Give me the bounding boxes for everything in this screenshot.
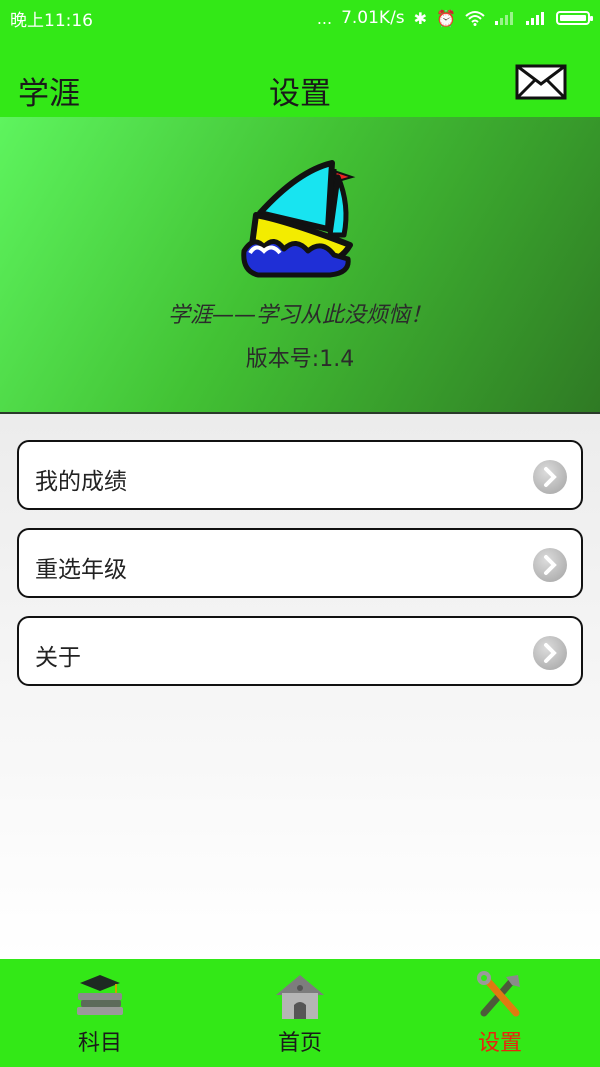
menu-item-label: 重选年级 <box>35 557 127 583</box>
signal-icon <box>526 12 544 25</box>
mail-icon[interactable] <box>515 64 567 100</box>
page-title: 设置 <box>269 76 331 112</box>
chevron-right-icon <box>533 548 567 582</box>
battery-icon <box>556 11 593 25</box>
app-banner: 学涯——学习从此没烦恼！ 版本号:1.4 <box>0 117 600 414</box>
tab-home[interactable]: 首页 <box>200 959 400 1067</box>
settings-menu: 我的成绩 重选年级 关于 <box>0 414 600 959</box>
menu-item-label: 我的成绩 <box>35 469 127 495</box>
books-icon <box>77 975 123 1015</box>
menu-item-reselect-grade[interactable]: 重选年级 <box>17 528 583 598</box>
status-time: 晚上11:16 <box>10 10 93 31</box>
wifi-icon <box>465 11 485 26</box>
tools-icon <box>477 971 520 1017</box>
chevron-right-icon <box>533 460 567 494</box>
alarm-icon: ⏰ <box>436 8 456 28</box>
house-icon <box>276 975 324 1019</box>
signal-icon <box>495 12 513 25</box>
bluetooth-icon: ✱ <box>413 8 428 28</box>
tab-label: 首页 <box>277 1031 322 1056</box>
tab-label: 科目 <box>77 1031 122 1056</box>
bottom-tab-bar: 科目 首页 设置 <box>0 959 600 1067</box>
app-header: 学涯 设置 <box>0 36 600 117</box>
tab-settings[interactable]: 设置 <box>400 959 600 1067</box>
network-speed: 7.01K/s <box>341 8 405 28</box>
tab-label: 设置 <box>477 1031 522 1056</box>
chevron-right-icon <box>533 636 567 670</box>
app-slogan: 学涯——学习从此没烦恼！ <box>167 303 432 328</box>
status-bar: 晚上11:16 ... 7.01K/s ✱ ⏰ <box>0 0 600 36</box>
version-text: 版本号:1.4 <box>245 347 355 372</box>
sailboat-logo <box>241 160 356 278</box>
menu-item-about[interactable]: 关于 <box>17 616 583 686</box>
status-icons: ... 7.01K/s ✱ ⏰ <box>316 8 593 28</box>
menu-item-my-scores[interactable]: 我的成绩 <box>17 440 583 510</box>
more-dots: ... <box>316 8 333 28</box>
tab-subjects[interactable]: 科目 <box>0 959 200 1067</box>
menu-item-label: 关于 <box>35 645 81 671</box>
